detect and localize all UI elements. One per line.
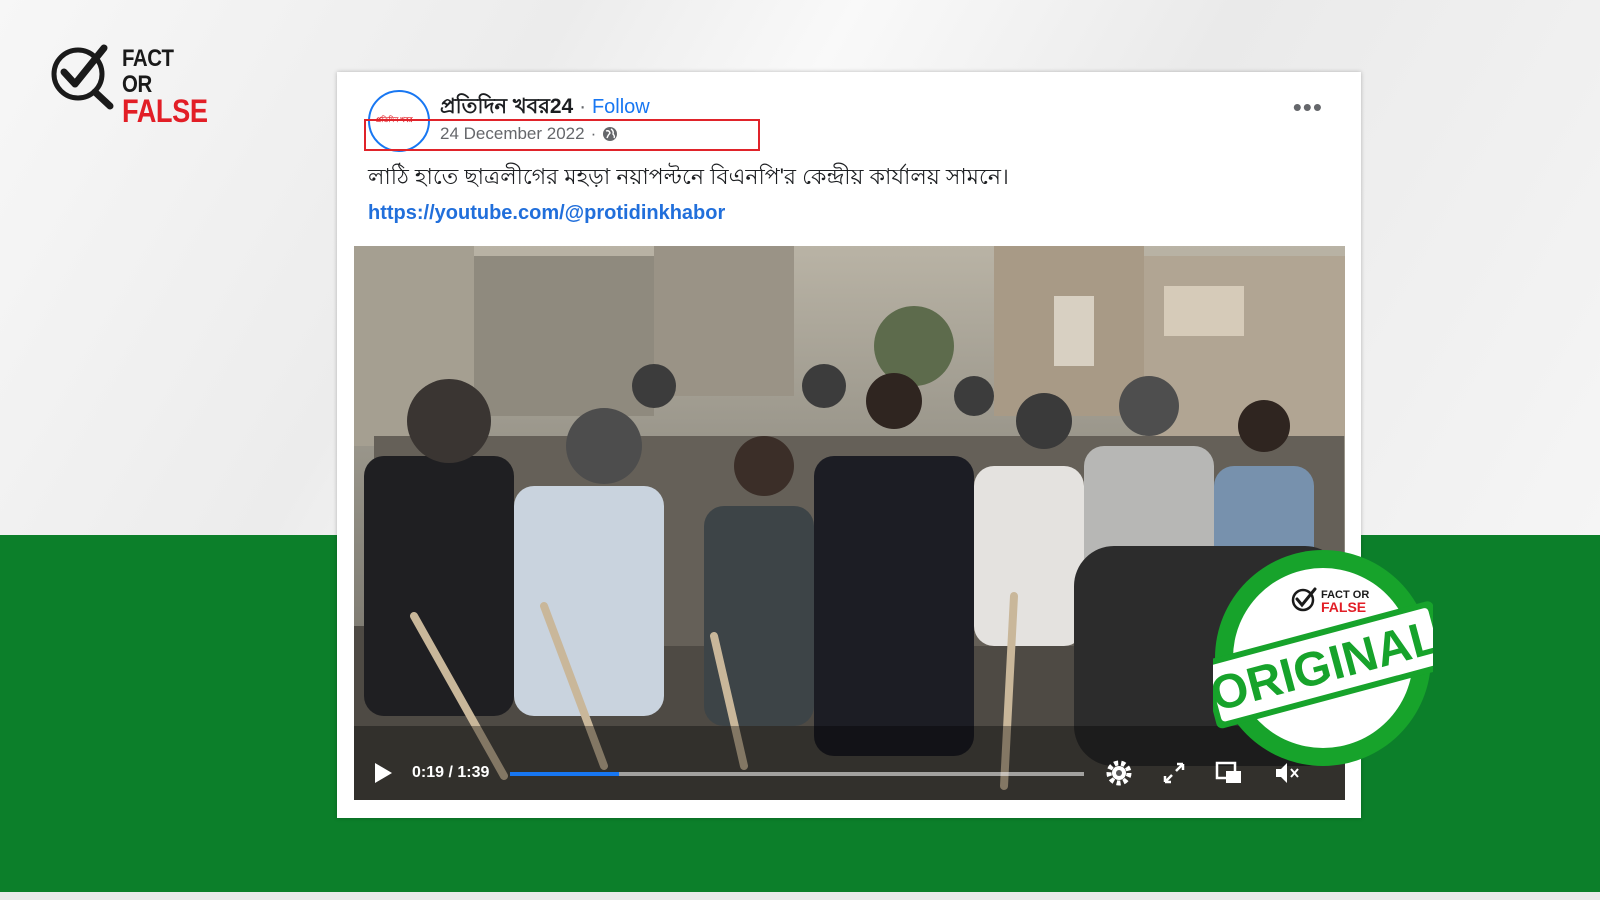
video-controls: 0:19 / 1:39 bbox=[354, 748, 1345, 800]
date-highlight-box bbox=[364, 119, 760, 151]
magnifier-check-icon bbox=[51, 44, 114, 110]
facebook-post-card: প্রতিদিন খবর প্রতিদিন খবর24 · Follow 24 … bbox=[337, 72, 1361, 818]
post-caption: লাঠি হাতে ছাত্রলীগের মহড়া নয়াপল্টনে বি… bbox=[368, 164, 1009, 189]
original-stamp: ORIGINAL FACT OR FALSE bbox=[1201, 548, 1449, 768]
video-progress-bar[interactable] bbox=[510, 772, 1084, 776]
page-name-link[interactable]: প্রতিদিন খবর24 bbox=[440, 95, 573, 118]
brand-line2: FALSE bbox=[122, 93, 208, 129]
fact-or-false-logo: FACT OR FALSE bbox=[48, 40, 208, 127]
post-link[interactable]: https://youtube.com/@protidinkhabor bbox=[368, 202, 725, 225]
settings-icon[interactable] bbox=[1104, 758, 1134, 788]
stamp-brand-line2: FALSE bbox=[1321, 599, 1366, 615]
video-player[interactable]: 0:19 / 1:39 bbox=[354, 246, 1345, 800]
video-frame-street-scene bbox=[354, 246, 1345, 800]
original-stamp-graphic: ORIGINAL FACT OR FALSE bbox=[1201, 550, 1449, 766]
background-bottom-strip bbox=[0, 892, 1600, 900]
video-time: 0:19 / 1:39 bbox=[412, 764, 490, 781]
play-icon[interactable] bbox=[372, 761, 394, 785]
brand-line1: FACT OR bbox=[122, 45, 174, 98]
ellipsis-icon[interactable]: ••• bbox=[1293, 94, 1323, 120]
video-progress-fill bbox=[510, 772, 620, 776]
follow-button[interactable]: Follow bbox=[592, 96, 650, 118]
fullscreen-icon[interactable] bbox=[1159, 758, 1189, 788]
header-separator: · bbox=[579, 95, 587, 118]
